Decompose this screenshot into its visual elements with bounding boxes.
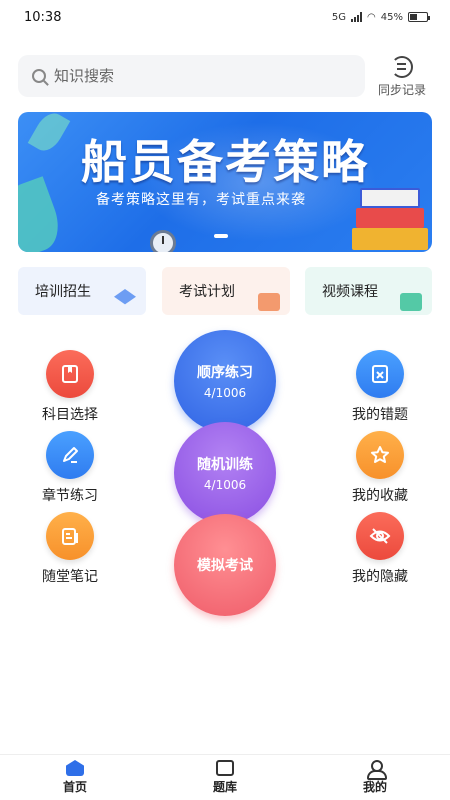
pencil-icon (46, 431, 94, 479)
practice-label: 顺序练习 (197, 365, 253, 381)
category-training-enrollment[interactable]: 培训招生 (18, 267, 146, 315)
promo-banner[interactable]: 船员备考策略 备考策略这里有，考试重点来袭 (18, 112, 432, 252)
battery-icon (408, 12, 430, 22)
note-icon (46, 512, 94, 560)
class-notes-button[interactable]: 随堂笔记 (20, 512, 120, 586)
my-mistakes-button[interactable]: 我的错题 (330, 350, 430, 424)
banner-subtitle: 备考策略这里有，考试重点来袭 (96, 192, 306, 208)
practice-progress: 4/1006 (203, 386, 247, 400)
book-icon (46, 350, 94, 398)
item-label: 我的隐藏 (352, 569, 408, 585)
wifi-icon: ◠ (367, 11, 376, 23)
search-icon (32, 69, 46, 83)
signal-icon (351, 12, 363, 22)
home-icon (66, 760, 84, 776)
battery-percent: 45% (380, 11, 403, 23)
category-video-courses[interactable]: 视频课程 (305, 267, 432, 315)
practice-label: 模拟考试 (197, 558, 253, 574)
carousel-indicator (214, 234, 228, 238)
wrong-icon (356, 350, 404, 398)
star-icon (356, 431, 404, 479)
random-training-button[interactable]: 随机训练 4/1006 (174, 422, 276, 524)
practice-label: 随机训练 (197, 457, 253, 473)
nav-profile[interactable]: 我的 (300, 755, 450, 800)
books-illustration (352, 172, 428, 250)
search-input[interactable] (54, 67, 334, 85)
search-bar[interactable] (18, 55, 365, 97)
nav-label: 首页 (62, 780, 87, 794)
subject-select-button[interactable]: 科目选择 (20, 350, 120, 424)
question-bank-icon (216, 760, 234, 776)
nav-question-bank[interactable]: 题库 (150, 755, 300, 800)
mock-exam-button[interactable]: 模拟考试 (174, 514, 276, 616)
status-icons: 5G ◠ 45% (331, 11, 430, 23)
category-label: 培训招生 (35, 284, 91, 300)
sync-icon (391, 56, 413, 78)
item-label: 章节练习 (42, 488, 98, 504)
bottom-nav: 首页 题库 我的 (0, 754, 450, 800)
network-label: 5G (331, 11, 347, 23)
nav-home[interactable]: 首页 (0, 755, 150, 800)
my-hidden-button[interactable]: 我的隐藏 (330, 512, 430, 586)
hidden-eye-icon (356, 512, 404, 560)
sync-label: 同步记录 (377, 83, 426, 97)
status-time: 10:38 (24, 9, 62, 25)
plan-icon (258, 293, 280, 311)
nav-label: 题库 (212, 780, 237, 794)
chapter-practice-button[interactable]: 章节练习 (20, 431, 120, 505)
my-favorites-button[interactable]: 我的收藏 (330, 431, 430, 505)
graduation-cap-icon (114, 289, 136, 305)
item-label: 科目选择 (42, 407, 98, 423)
sync-records-button[interactable]: 同步记录 (370, 56, 434, 98)
item-label: 我的错题 (352, 407, 408, 423)
status-bar: 10:38 5G ◠ 45% (0, 0, 450, 34)
sequential-practice-button[interactable]: 顺序练习 4/1006 (174, 330, 276, 432)
item-label: 随堂笔记 (42, 569, 98, 585)
practice-progress: 4/1006 (203, 478, 247, 492)
category-label: 考试计划 (179, 284, 235, 300)
video-icon (400, 293, 422, 311)
profile-icon (366, 760, 387, 780)
category-label: 视频课程 (322, 284, 378, 300)
clock-illustration (150, 230, 176, 252)
nav-label: 我的 (362, 780, 387, 794)
item-label: 我的收藏 (352, 488, 408, 504)
category-exam-plan[interactable]: 考试计划 (162, 267, 290, 315)
